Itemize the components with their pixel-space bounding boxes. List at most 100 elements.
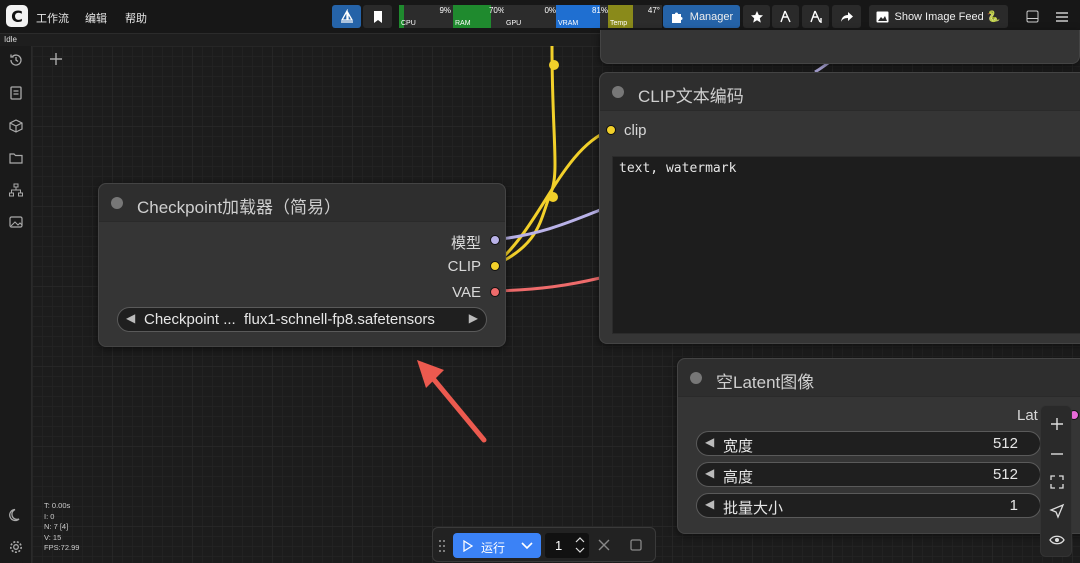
navigate-icon[interactable] bbox=[1049, 503, 1065, 519]
batch-size-widget[interactable]: ◀ 批量大小 1 bbox=[696, 493, 1041, 518]
menu-help[interactable]: 帮助 bbox=[125, 10, 147, 26]
widget-arrow[interactable]: ◀ bbox=[705, 435, 714, 449]
collapse-dot[interactable] bbox=[690, 372, 702, 384]
eye-icon[interactable] bbox=[1049, 532, 1065, 548]
node-header[interactable]: CLIP文本编码 bbox=[600, 73, 1080, 111]
drag-handle-icon[interactable] bbox=[438, 539, 446, 553]
stepper-arrows-icon[interactable] bbox=[575, 535, 585, 555]
puzzle-icon bbox=[671, 12, 683, 23]
monitor-label: CPU bbox=[401, 20, 416, 27]
combo-prev-arrow[interactable]: ◀ bbox=[126, 311, 135, 325]
top-bar: C 工作流 编辑 帮助 CPU 9% RAM 70% GPU 0% VRAM 81% Temp 4… bbox=[0, 0, 1080, 34]
stat-line: N: 7 [4] bbox=[44, 522, 69, 531]
manager-button[interactable]: Manager bbox=[663, 5, 740, 28]
checkpoint-loader-node[interactable]: Checkpoint加载器（简易） 模型 CLIP VAE ◀ Checkpoi… bbox=[98, 183, 506, 347]
monitor-gpu: GPU 0% bbox=[504, 5, 558, 28]
batch-count-stepper[interactable]: 1 bbox=[545, 533, 589, 558]
stat-line: V: 15 bbox=[44, 532, 62, 542]
output-slot-model[interactable] bbox=[490, 235, 500, 245]
zoom-in-icon[interactable] bbox=[1049, 416, 1065, 432]
hamburger-menu-button[interactable] bbox=[1050, 5, 1074, 28]
widget-label: 宽度 bbox=[723, 438, 754, 455]
menu-edit[interactable]: 编辑 bbox=[85, 10, 107, 26]
node-title: CLIP文本编码 bbox=[638, 87, 744, 106]
bookmark-icon bbox=[373, 10, 382, 23]
render-stats: T: 0.00s I: 0 N: 7 [4] V: 15 FPS:72.99 bbox=[44, 501, 79, 554]
sailboat-icon-button[interactable] bbox=[332, 5, 361, 28]
widget-arrow[interactable]: ◀ bbox=[705, 497, 714, 511]
gear-icon[interactable] bbox=[8, 539, 24, 555]
prompt-textarea[interactable]: text, watermark bbox=[612, 156, 1080, 334]
input-slot-clip[interactable] bbox=[606, 125, 616, 135]
widget-value: 1 bbox=[1009, 497, 1018, 514]
share-icon bbox=[840, 11, 853, 22]
monitor-label: Temp bbox=[610, 20, 628, 27]
red-arrow-icon bbox=[417, 360, 487, 443]
widget-value: 512 bbox=[992, 435, 1018, 452]
history-icon[interactable] bbox=[8, 52, 24, 68]
widget-value: 512 bbox=[992, 466, 1018, 483]
output-label-model: 模型 bbox=[450, 235, 481, 252]
close-icon[interactable] bbox=[598, 539, 610, 551]
show-image-feed-button[interactable]: Show Image Feed 🐍 bbox=[869, 5, 1008, 28]
combo-next-arrow[interactable]: ▶ bbox=[469, 311, 478, 325]
comfyui-app: C 工作流 编辑 帮助 CPU 9% RAM 70% GPU 0% VRAM 81% Temp 4… bbox=[0, 0, 1080, 563]
output-slot-vae[interactable] bbox=[490, 287, 500, 297]
clip-text-encode-node[interactable]: CLIP文本编码 clip text, watermark bbox=[599, 72, 1080, 344]
monitor-label: GPU bbox=[506, 20, 522, 27]
collapse-dot[interactable] bbox=[612, 86, 624, 98]
height-widget[interactable]: ◀ 高度 512 bbox=[696, 462, 1041, 487]
fit-view-icon[interactable] bbox=[1049, 474, 1065, 490]
moon-icon[interactable] bbox=[8, 507, 24, 523]
sailboat-icon bbox=[340, 8, 353, 23]
toggle-bottom-panel-button[interactable] bbox=[1020, 5, 1044, 28]
queue-list-icon[interactable] bbox=[8, 85, 24, 101]
share-button[interactable] bbox=[832, 5, 861, 28]
monitor-ram: RAM 70% bbox=[453, 5, 507, 28]
model-download-button[interactable] bbox=[802, 5, 829, 28]
collapse-dot[interactable] bbox=[111, 197, 123, 209]
monitor-value: 70% bbox=[488, 6, 505, 15]
sailboat-outline-icon bbox=[779, 10, 791, 22]
ckpt-name-combo[interactable]: ◀ Checkpoint ... flux1-schnell-fp8.safet… bbox=[117, 307, 487, 332]
status-text: Idle bbox=[4, 35, 17, 44]
panel-icon bbox=[1026, 10, 1038, 23]
bookmark-button[interactable] bbox=[363, 5, 392, 28]
star-icon bbox=[750, 10, 763, 23]
cube-icon[interactable] bbox=[8, 118, 24, 134]
plus-icon[interactable] bbox=[49, 52, 63, 66]
output-label-clip: CLIP bbox=[447, 258, 481, 275]
stop-icon[interactable] bbox=[630, 539, 642, 551]
images-icon[interactable] bbox=[8, 214, 24, 230]
input-label-clip: clip bbox=[624, 122, 647, 139]
combo-label: Checkpoint ... bbox=[144, 311, 236, 328]
widget-label: 高度 bbox=[723, 469, 754, 486]
upstream-node-partial[interactable] bbox=[600, 30, 1080, 64]
chevron-down-icon[interactable] bbox=[521, 542, 533, 550]
widget-arrow[interactable]: ◀ bbox=[705, 466, 714, 480]
monitor-label: RAM bbox=[455, 20, 471, 27]
comfy-logo[interactable]: C bbox=[6, 5, 28, 27]
width-widget[interactable]: ◀ 宽度 512 bbox=[696, 431, 1041, 456]
run-label: 运行 bbox=[481, 541, 506, 555]
stat-line: FPS:72.99 bbox=[44, 543, 80, 552]
zoom-out-icon[interactable] bbox=[1049, 446, 1065, 462]
node-header[interactable]: 空Latent图像 bbox=[678, 359, 1080, 397]
node-tree-icon[interactable] bbox=[8, 182, 24, 198]
hamburger-icon bbox=[1056, 11, 1068, 22]
star-button[interactable] bbox=[743, 5, 770, 28]
node-header[interactable]: Checkpoint加载器（简易） bbox=[99, 184, 505, 222]
monitor-value: 0% bbox=[544, 6, 556, 15]
monitor-temp: Temp 47° bbox=[608, 5, 662, 28]
empty-latent-node[interactable]: 空Latent图像 Lat ◀ 宽度 512 ◀ 高度 512 ◀ 批量大小 1 bbox=[677, 358, 1080, 534]
run-button[interactable]: 运行 bbox=[453, 533, 541, 558]
menu-workflow[interactable]: 工作流 bbox=[36, 10, 69, 26]
folder-icon[interactable] bbox=[8, 150, 24, 166]
model-manager-button[interactable] bbox=[772, 5, 799, 28]
run-toolbar: 运行 1 bbox=[432, 527, 656, 562]
stat-line: I: 0 bbox=[44, 511, 55, 521]
widget-label: 批量大小 bbox=[723, 500, 784, 517]
batch-count-value: 1 bbox=[555, 538, 563, 553]
node-title: Checkpoint加载器（简易） bbox=[137, 198, 342, 217]
output-slot-clip[interactable] bbox=[490, 261, 500, 271]
